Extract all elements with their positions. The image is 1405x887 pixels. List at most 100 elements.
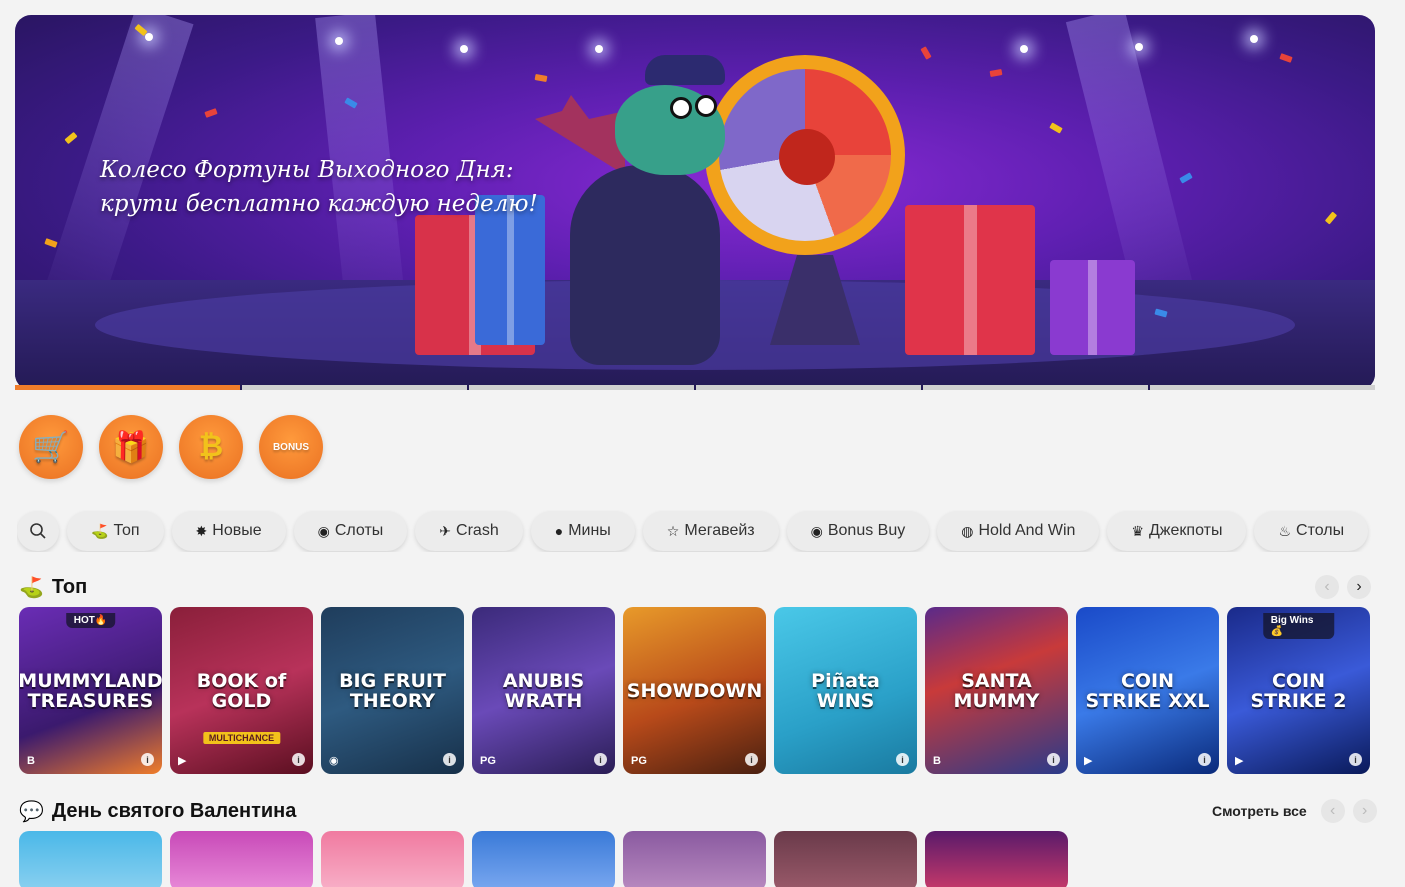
game-card[interactable]: BIG FRUIT THEORY ◉ i bbox=[321, 607, 464, 774]
section-valentine-heading: 💬 День святого Валентина bbox=[19, 799, 296, 824]
game-card[interactable]: Piñata WINS i bbox=[774, 607, 917, 774]
info-icon[interactable]: i bbox=[594, 753, 607, 766]
next-arrow-icon[interactable]: › bbox=[1352, 799, 1377, 823]
top-icon: ⛳ bbox=[91, 522, 109, 539]
see-all-link[interactable]: Смотреть все bbox=[1212, 803, 1307, 819]
confetti bbox=[1179, 172, 1193, 184]
tab-hold-and-win[interactable]: ◍ Hold And Win bbox=[937, 511, 1100, 551]
info-icon[interactable]: i bbox=[1198, 753, 1211, 766]
section-title: Топ bbox=[51, 576, 88, 598]
tab-label: Джекпоты bbox=[1148, 522, 1223, 539]
search-icon bbox=[30, 523, 46, 539]
valentine-games-row bbox=[19, 831, 1068, 887]
prev-arrow-icon[interactable]: ‹ bbox=[1320, 799, 1345, 823]
tab-new[interactable]: ✸ Новые bbox=[171, 511, 286, 551]
tab-label: Bonus Buy bbox=[827, 522, 906, 539]
card-badge: Big Wins 💰 bbox=[1262, 613, 1335, 639]
game-card[interactable]: ANUBIS WRATH PG i bbox=[472, 607, 615, 774]
dragon-eye bbox=[695, 95, 717, 117]
info-icon[interactable]: i bbox=[1047, 753, 1060, 766]
tables-icon: ♨ bbox=[1278, 522, 1292, 539]
tab-jackpots[interactable]: ♛ Джекпоты bbox=[1107, 511, 1247, 551]
tab-mines[interactable]: ● Мины bbox=[530, 511, 635, 551]
refresh-gift-icon: 🎁 bbox=[112, 430, 150, 464]
tab-megaways[interactable]: ☆ Мегавейз bbox=[642, 511, 779, 551]
wheel-stand bbox=[770, 255, 860, 345]
tab-label: Столы bbox=[1296, 522, 1345, 539]
dragon-eye bbox=[670, 97, 692, 119]
provider-icon: ▶ bbox=[178, 755, 187, 767]
info-icon[interactable]: i bbox=[292, 753, 305, 766]
bonus-button[interactable]: BONUS bbox=[259, 415, 323, 479]
progress-segment-6[interactable] bbox=[1150, 385, 1375, 390]
tab-label: Мегавейз bbox=[684, 522, 755, 539]
game-card[interactable] bbox=[19, 831, 162, 887]
prev-arrow-icon[interactable]: ‹ bbox=[1315, 575, 1339, 599]
provider-icon: ▶ bbox=[1235, 755, 1244, 767]
game-card[interactable]: SANTA MUMMY Bi bbox=[925, 607, 1068, 774]
confetti bbox=[989, 69, 1003, 77]
game-card[interactable]: Big Wins 💰 COIN STRIKE 2 ▶ i bbox=[1227, 607, 1370, 774]
tab-bonus-buy[interactable]: ◉ Bonus Buy bbox=[786, 511, 930, 551]
info-icon[interactable]: i bbox=[745, 753, 758, 766]
game-card[interactable]: SHOWDOWN PG i bbox=[623, 607, 766, 774]
section-title: День святого Валентина bbox=[51, 800, 297, 822]
hold-and-win-icon: ◍ bbox=[961, 522, 974, 539]
tab-top[interactable]: ⛳ Топ bbox=[67, 511, 164, 551]
megaways-icon: ☆ bbox=[666, 522, 680, 539]
mines-icon: ● bbox=[554, 523, 564, 539]
section-top-heading: ⛳ Топ bbox=[19, 575, 87, 600]
game-title: Piñata WINS bbox=[811, 669, 880, 712]
confetti bbox=[1049, 122, 1063, 134]
provider-icon: ▶ bbox=[1084, 755, 1093, 767]
top-icon: ⛳ bbox=[19, 577, 44, 599]
gift-box-icon bbox=[905, 205, 1035, 355]
game-card[interactable] bbox=[925, 831, 1068, 887]
progress-segment-2[interactable] bbox=[242, 385, 467, 390]
card-badge: HOT🔥 bbox=[65, 613, 116, 628]
treasure-cart-icon: 🛒 bbox=[32, 430, 70, 464]
refresh-gift-button[interactable]: 🎁 bbox=[99, 415, 163, 479]
game-card[interactable]: COIN STRIKE XXL ▶ i bbox=[1076, 607, 1219, 774]
game-card[interactable] bbox=[321, 831, 464, 887]
confetti bbox=[1279, 53, 1293, 63]
info-icon[interactable]: i bbox=[1349, 753, 1362, 766]
tab-label: Hold And Win bbox=[978, 522, 1076, 539]
treasure-cart-button[interactable]: 🛒 bbox=[19, 415, 83, 479]
progress-segment-5[interactable] bbox=[923, 385, 1148, 390]
confetti bbox=[44, 238, 58, 248]
bonus-buy-icon: ◉ bbox=[810, 522, 823, 539]
search-button[interactable] bbox=[17, 511, 59, 551]
provider-icon: ◉ bbox=[329, 755, 339, 767]
tab-crash[interactable]: ✈ Crash bbox=[415, 511, 523, 551]
casino-lobby: Колесо Фортуны Выходного Дня: крути бесп… bbox=[0, 0, 1405, 887]
stage-light bbox=[1135, 43, 1143, 51]
tab-label: Новые bbox=[212, 522, 262, 539]
info-icon[interactable]: i bbox=[141, 753, 154, 766]
progress-segment-3[interactable] bbox=[469, 385, 694, 390]
bitcoin-button[interactable]: ₿ bbox=[179, 415, 243, 479]
game-card[interactable] bbox=[472, 831, 615, 887]
progress-segment-4[interactable] bbox=[696, 385, 921, 390]
confetti bbox=[204, 108, 218, 118]
game-card[interactable] bbox=[170, 831, 313, 887]
game-card[interactable]: HOT🔥 MUMMYLAND TREASURES Bi bbox=[19, 607, 162, 774]
game-title: BIG FRUIT THEORY bbox=[339, 669, 446, 712]
promo-banner[interactable]: Колесо Фортуны Выходного Дня: крути бесп… bbox=[15, 15, 1375, 390]
game-card[interactable] bbox=[774, 831, 917, 887]
top-games-row: HOT🔥 MUMMYLAND TREASURES Bi BOOK of GOLD MUL… bbox=[19, 607, 1370, 774]
tab-slots[interactable]: ◉ Слоты bbox=[293, 511, 408, 551]
crown-icon: ♛ bbox=[1131, 522, 1144, 539]
tab-tables[interactable]: ♨ Столы bbox=[1254, 511, 1369, 551]
info-icon[interactable]: i bbox=[896, 753, 909, 766]
game-subtitle: MULTICHANCE bbox=[202, 732, 281, 744]
next-arrow-icon[interactable]: › bbox=[1347, 575, 1371, 599]
stage-light bbox=[1250, 35, 1258, 43]
game-title: COIN STRIKE XXL bbox=[1085, 669, 1210, 712]
dragon-hat bbox=[645, 55, 725, 85]
game-card[interactable] bbox=[623, 831, 766, 887]
info-icon[interactable]: i bbox=[443, 753, 456, 766]
game-card[interactable]: BOOK of GOLD MULTICHANCE ▶ i bbox=[170, 607, 313, 774]
progress-segment-1[interactable] bbox=[15, 385, 240, 390]
provider-icon: PG bbox=[631, 755, 647, 767]
